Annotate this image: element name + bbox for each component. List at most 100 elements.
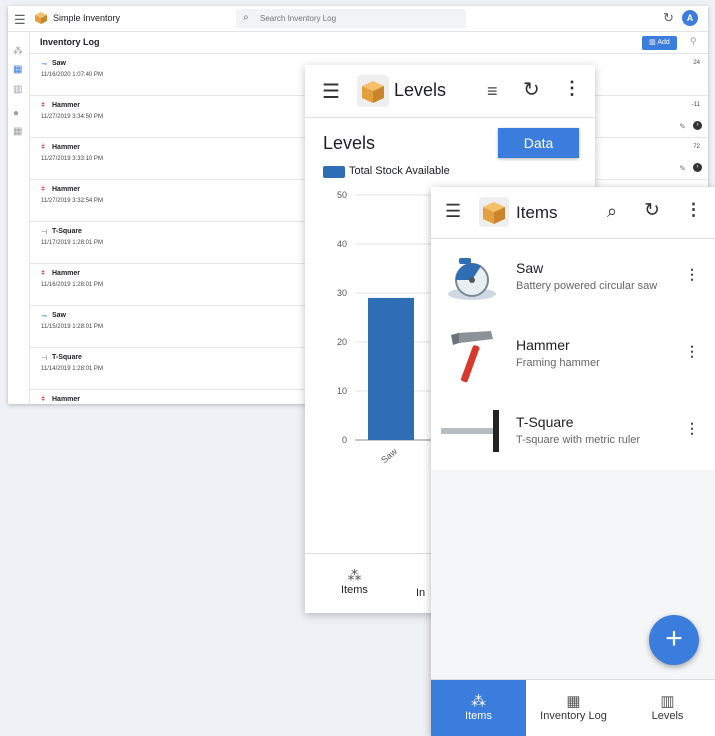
top-bar: ☰ Simple Inventory ⌕ ↻ A	[8, 6, 708, 32]
item-description: Framing hammer	[516, 357, 600, 369]
y-tick-label: 40	[337, 239, 347, 249]
search-icon: ⌕	[243, 12, 249, 23]
legend-swatch	[323, 166, 345, 178]
sidebar: ⁂ ▦ ▥ ● ▦	[8, 32, 30, 404]
filter-icon[interactable]: ≡	[487, 81, 498, 102]
items-window: ☰ Items ⌕ ↻ ⋮ Saw Battery powered circul…	[431, 187, 715, 736]
y-tick-label: 30	[337, 288, 347, 298]
levels-header-title: Levels	[394, 80, 447, 100]
sub-header: Inventory Log ▥ Add ⚲	[30, 32, 708, 54]
tab-inventory-log[interactable]: ▦ Inventory Log	[526, 680, 621, 736]
avatar[interactable]: A	[682, 10, 698, 26]
search-box[interactable]: ⌕	[236, 9, 466, 28]
warehouse-icon: ▦	[566, 693, 581, 710]
box-logo-icon	[479, 197, 509, 227]
menu-icon[interactable]: ☰	[14, 12, 26, 28]
box-logo-icon	[357, 75, 389, 107]
list-item[interactable]: Saw Battery powered circular saw ⋮	[431, 240, 715, 317]
menu-icon[interactable]: ☰	[445, 201, 461, 222]
legend-label: Total Stock Available	[349, 165, 450, 177]
chevron-right-icon[interactable]: ›	[693, 163, 702, 172]
row-name: T-Square	[52, 354, 82, 361]
items-list: Saw Battery powered circular saw ⋮ Hamme…	[431, 240, 715, 470]
edit-icon[interactable]: ✎	[679, 122, 686, 131]
tab-inventory[interactable]: In	[416, 587, 425, 599]
item-name: Hammer	[516, 337, 570, 353]
bar-chart-icon: ▥	[660, 693, 675, 710]
saw-icon: ⊸	[41, 61, 47, 68]
levels-header: ☰ Levels ≡ ↻ ⋮	[305, 65, 595, 118]
row-name: Hammer	[52, 144, 81, 151]
hammer-icon: ǂ	[41, 396, 46, 403]
row-name: Hammer	[52, 186, 81, 193]
y-tick-label: 10	[337, 386, 347, 396]
sidebar-grid-icon[interactable]: ▦	[13, 126, 22, 137]
row-date: 11/27/2019 3:33:10 PM	[41, 156, 103, 162]
hammer-icon: ǂ	[41, 186, 46, 193]
row-qty: 72	[693, 144, 700, 150]
row-name: Saw	[52, 312, 67, 319]
y-tick-label: 20	[337, 337, 347, 347]
refresh-icon[interactable]: ↻	[663, 10, 674, 26]
boxes-icon: ⁂	[471, 693, 486, 710]
tab-items[interactable]: ⁂ Items	[341, 567, 368, 596]
row-qty: 24	[693, 60, 700, 66]
sidebar-inventory-icon[interactable]: ▦	[13, 64, 22, 75]
items-tab-bar: ⁂ Items ▦ Inventory Log ▥ Levels	[431, 679, 715, 736]
row-name: Hammer	[52, 270, 81, 277]
row-date: 11/27/2019 3:34:50 PM	[41, 114, 103, 120]
menu-icon[interactable]: ☰	[322, 79, 340, 104]
tab-levels-label: Levels	[651, 710, 684, 722]
page-title: Inventory Log	[40, 37, 100, 47]
row-name: Hammer	[52, 396, 81, 403]
item-name: T-Square	[516, 414, 574, 430]
row-date: 11/16/2020 1:07:40 PM	[41, 72, 103, 78]
hammer-icon: ǂ	[41, 102, 46, 109]
circular-saw-image	[448, 258, 496, 300]
more-vert-icon[interactable]: ⋮	[685, 200, 702, 220]
sidebar-items-icon[interactable]: ⁂	[13, 46, 23, 57]
add-label: Add	[657, 39, 670, 46]
row-name: Hammer	[52, 102, 81, 109]
refresh-icon[interactable]: ↻	[644, 199, 660, 222]
bar-saw[interactable]	[368, 297, 414, 440]
tab-items[interactable]: ⁂ Items	[431, 680, 526, 736]
sidebar-info-icon[interactable]: ●	[13, 108, 19, 119]
items-header: ☰ Items ⌕ ↻ ⋮	[431, 187, 715, 239]
item-name: Saw	[516, 260, 544, 276]
add-item-fab[interactable]: +	[649, 615, 699, 665]
tab-items-label: Items	[465, 710, 492, 722]
t-square-icon: ⊣	[41, 229, 48, 236]
item-description: Battery powered circular saw	[516, 280, 658, 292]
x-tick-label: Saw	[379, 446, 399, 465]
row-date: 11/16/2019 1:28:01 PM	[41, 282, 103, 288]
tab-items-label: Items	[341, 584, 368, 596]
search-icon[interactable]: ⌕	[607, 201, 617, 222]
saw-icon: ⊸	[41, 313, 47, 320]
row-date: 11/15/2019 1:28:01 PM	[41, 324, 103, 330]
more-vert-icon[interactable]: ⋮	[685, 343, 699, 360]
more-vert-icon[interactable]: ⋮	[685, 420, 699, 437]
row-date: 11/17/2019 1:28:01 PM	[41, 240, 103, 246]
list-item[interactable]: Hammer Framing hammer ⋮	[431, 317, 715, 394]
item-description: T-square with metric ruler	[516, 434, 641, 446]
list-item[interactable]: T-Square T-square with metric ruler ⋮	[431, 394, 715, 471]
t-square-icon: ⊣	[41, 355, 48, 362]
box-logo-icon	[35, 12, 47, 24]
sidebar-levels-icon[interactable]: ▥	[13, 84, 22, 95]
more-vert-icon[interactable]: ⋮	[563, 78, 581, 99]
tab-inventory-log-label: Inventory Log	[540, 710, 607, 722]
hammer-icon: ǂ	[41, 270, 46, 277]
row-date: 11/14/2019 1:28:01 PM	[41, 366, 103, 372]
data-button[interactable]: Data	[498, 128, 579, 158]
more-vert-icon[interactable]: ⋮	[685, 266, 699, 283]
add-button[interactable]: ▥ Add	[642, 36, 677, 50]
y-tick-label: 0	[342, 435, 347, 445]
edit-icon[interactable]: ✎	[679, 164, 686, 173]
search-input[interactable]	[258, 11, 458, 25]
chevron-right-icon[interactable]: ›	[693, 121, 702, 130]
refresh-icon[interactable]: ↻	[523, 77, 540, 102]
tab-levels[interactable]: ▥ Levels	[620, 680, 715, 736]
filter-icon[interactable]: ⚲	[690, 36, 697, 47]
items-header-title: Items	[516, 203, 558, 222]
